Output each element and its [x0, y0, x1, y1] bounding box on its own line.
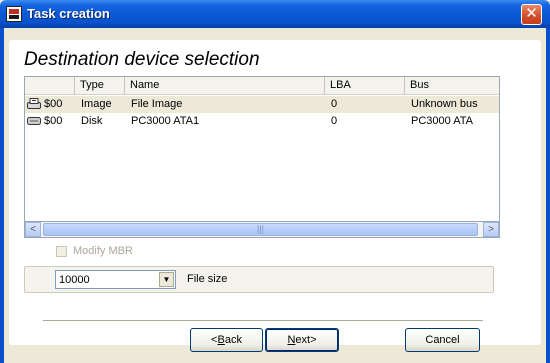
- close-button[interactable]: ✕: [521, 4, 542, 25]
- column-header-bus[interactable]: Bus: [405, 77, 499, 94]
- table-row[interactable]: $00 Disk PC3000 ATA1 0 PC3000 ATA: [25, 113, 499, 130]
- button-separator: [43, 320, 483, 322]
- row-bus: Unknown bus: [411, 98, 478, 110]
- scroll-left-button[interactable]: <: [25, 222, 41, 237]
- modify-mbr-checkbox: [56, 246, 67, 257]
- back-mnemonic: B: [217, 334, 225, 346]
- file-size-label: File size: [187, 273, 228, 285]
- scroll-thumb[interactable]: |||: [43, 223, 478, 236]
- window-frame-right: [546, 28, 550, 363]
- chevron-left-icon: <: [30, 224, 36, 235]
- chevron-right-icon: >: [488, 224, 494, 235]
- row-bus: PC3000 ATA: [411, 115, 473, 127]
- title-bar[interactable]: Task creation ✕: [0, 0, 550, 28]
- next-label-rest: ext>: [295, 334, 317, 346]
- file-size-value: 10000: [59, 274, 90, 286]
- row-lba: 0: [331, 98, 338, 110]
- table-row[interactable]: $00 Image File Image 0 Unknown bus: [25, 96, 499, 113]
- column-header-name[interactable]: Name: [125, 77, 325, 94]
- column-header-lba[interactable]: LBA: [325, 77, 405, 94]
- grip-icon: |||: [256, 224, 264, 234]
- close-icon: ✕: [525, 5, 538, 22]
- next-button[interactable]: Next>: [265, 328, 339, 352]
- window-title: Task creation: [27, 6, 110, 21]
- row-lba: 0: [331, 115, 338, 127]
- row-id: $00: [44, 115, 63, 127]
- app-icon: [6, 6, 22, 22]
- column-header-icon[interactable]: [25, 77, 75, 94]
- back-button[interactable]: <Back: [190, 328, 263, 352]
- disk-drive-icon: [27, 117, 41, 125]
- device-list[interactable]: Type Name LBA Bus $00 Image File Image 0…: [24, 76, 500, 222]
- page-heading: Destination device selection: [24, 49, 260, 70]
- list-header: Type Name LBA Bus: [25, 77, 499, 95]
- cancel-button[interactable]: Cancel: [405, 328, 480, 352]
- dropdown-button[interactable]: ▼: [159, 272, 174, 287]
- row-name: File Image: [131, 98, 183, 110]
- column-header-type[interactable]: Type: [75, 77, 125, 94]
- file-size-combobox[interactable]: 10000 ▼: [55, 270, 176, 289]
- row-type: Image: [81, 98, 112, 110]
- row-type: Disk: [81, 115, 103, 127]
- row-id: $00: [44, 98, 63, 110]
- scroll-right-button[interactable]: >: [483, 222, 499, 237]
- horizontal-scrollbar[interactable]: < ||| >: [24, 222, 500, 238]
- row-name: PC3000 ATA1: [131, 115, 200, 127]
- chevron-down-icon: ▼: [162, 275, 171, 284]
- back-label-rest: ack: [224, 334, 242, 346]
- image-drive-icon: [27, 98, 41, 109]
- modify-mbr-label: Modify MBR: [73, 245, 133, 257]
